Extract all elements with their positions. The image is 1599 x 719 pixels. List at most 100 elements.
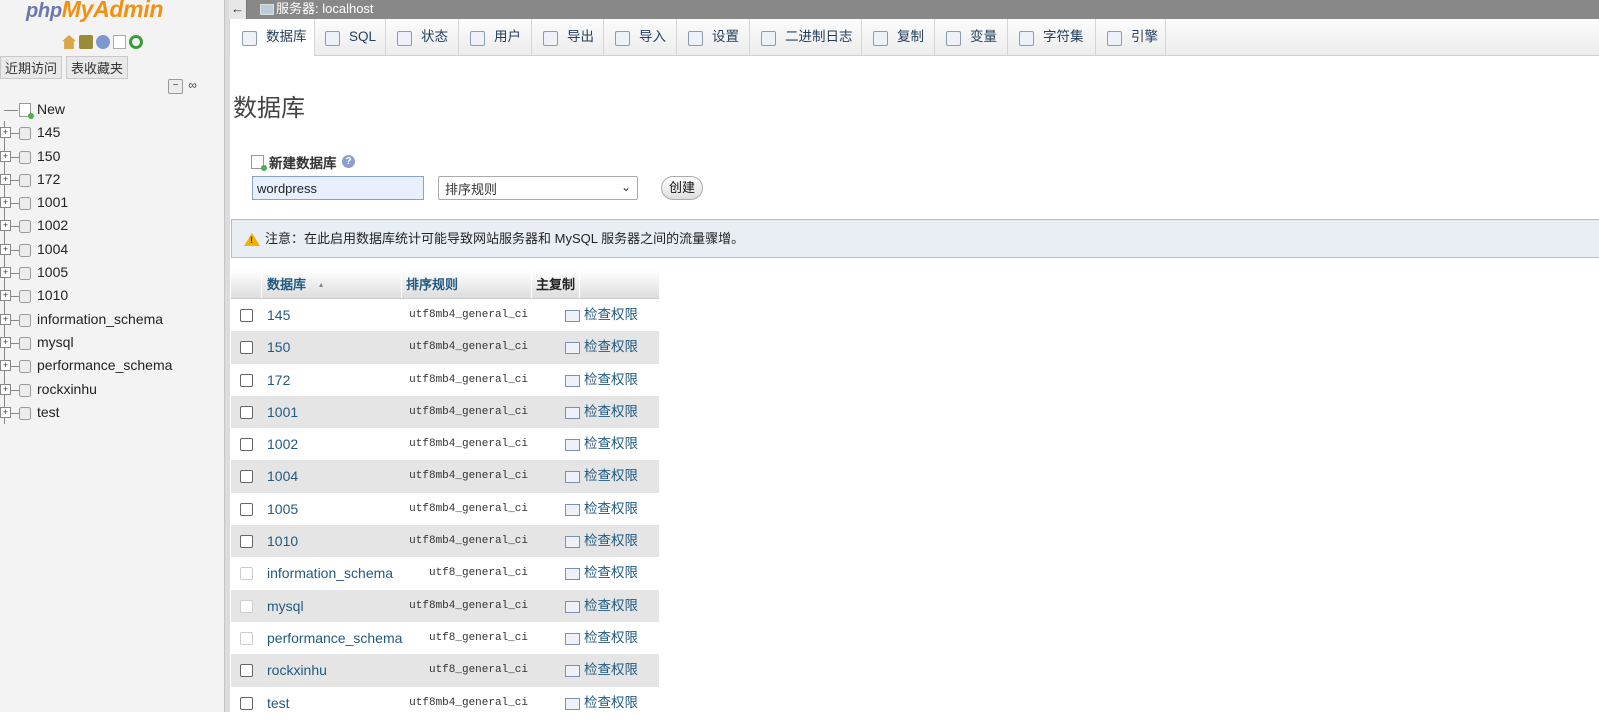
navigation-panel: phpMyAdmin 近期访问 表收藏夹 − ∞ New +145 +150 +17… xyxy=(0,0,224,712)
header-collation[interactable]: 排序规则 xyxy=(402,270,532,298)
tree-item-db[interactable]: +1002 xyxy=(0,214,172,238)
tab-sql[interactable]: SQL xyxy=(313,19,386,55)
database-icon xyxy=(19,173,31,187)
database-icon xyxy=(19,406,31,420)
home-icon[interactable] xyxy=(62,35,76,49)
collation-value: utf8mb4_general_ci xyxy=(409,405,528,418)
nav-resizer[interactable] xyxy=(224,0,230,712)
notice-text: 注意：在此启用数据库统计可能导致网站服务器和 MySQL 服务器之间的流量骤增。 xyxy=(265,231,745,246)
check-privileges-link[interactable]: 检查权限 xyxy=(565,493,638,525)
tree-db-label[interactable]: 1002 xyxy=(37,217,68,233)
tree-db-label[interactable]: rockxinhu xyxy=(37,381,97,397)
check-privileges-link[interactable]: 检查权限 xyxy=(565,460,638,492)
page-title: 数据库 xyxy=(233,95,305,122)
create-button[interactable]: 创建 xyxy=(661,176,703,200)
tree-item-db[interactable]: + test xyxy=(0,400,172,425)
tab-export[interactable]: 导出 xyxy=(531,19,604,55)
database-icon xyxy=(242,31,257,46)
check-privileges-link[interactable]: 检查权限 xyxy=(565,622,638,654)
tree-item-db[interactable]: +1004 xyxy=(0,237,172,262)
tree-db-label[interactable]: information_schema xyxy=(37,311,163,327)
database-icon xyxy=(19,313,31,327)
tab-label: 引擎 xyxy=(1131,29,1158,44)
users-icon xyxy=(470,31,485,46)
collation-select[interactable]: 排序规则 ⌄ xyxy=(438,176,638,200)
server-icon xyxy=(260,4,274,15)
tree-item-db[interactable]: + mysql xyxy=(0,330,172,355)
tree-item-db[interactable]: + information_schema xyxy=(0,307,172,331)
tab-label: 用户 xyxy=(494,29,521,44)
check-privileges-link[interactable]: 检查权限 xyxy=(565,654,638,686)
quick-icons xyxy=(62,35,143,49)
tab-users[interactable]: 用户 xyxy=(458,19,532,55)
tree-db-label[interactable]: performance_schema xyxy=(37,357,172,373)
new-db-icon xyxy=(19,103,34,119)
tab-binlog[interactable]: 二进制日志 xyxy=(749,19,862,55)
tab-database[interactable]: 数据库 xyxy=(229,19,315,56)
tree-db-label[interactable]: 1001 xyxy=(37,194,68,210)
link-icon[interactable]: ∞ xyxy=(186,79,199,92)
tree-db-label[interactable]: 150 xyxy=(37,148,60,164)
help-icon[interactable]: ? xyxy=(342,155,355,168)
help-icon[interactable] xyxy=(96,35,110,49)
recent-tab[interactable]: 近期访问 xyxy=(0,56,63,79)
tab-settings[interactable]: 设置 xyxy=(676,19,750,55)
privileges-icon xyxy=(565,503,580,516)
tab-charset[interactable]: 字符集 xyxy=(1007,19,1096,55)
tree-db-label[interactable]: test xyxy=(37,404,60,420)
tree-db-label[interactable]: 145 xyxy=(37,124,60,140)
database-name-input[interactable] xyxy=(252,176,424,200)
tree-item-db[interactable]: +1010 xyxy=(0,284,172,308)
tab-replication[interactable]: 复制 xyxy=(861,19,935,55)
check-privileges-label: 检查权限 xyxy=(584,565,638,581)
tree-item-db[interactable]: + rockxinhu xyxy=(0,377,172,401)
table-row: 1001 utf8mb4_general_ci 检查权限 xyxy=(231,395,659,429)
tree-db-label[interactable]: 1010 xyxy=(37,287,68,303)
tree-item-db[interactable]: +1001 xyxy=(0,191,172,215)
privileges-icon xyxy=(565,374,580,387)
database-icon xyxy=(19,360,31,374)
check-privileges-link[interactable]: 检查权限 xyxy=(565,364,638,396)
collation-value: utf8mb4_general_ci xyxy=(409,502,528,515)
check-privileges-label: 检查权限 xyxy=(584,307,638,322)
check-privileges-label: 检查权限 xyxy=(584,662,638,678)
tree-db-label[interactable]: mysql xyxy=(37,334,74,350)
tree-db-label[interactable]: 1004 xyxy=(37,241,68,257)
database-icon xyxy=(19,267,31,281)
collapse-all-icon[interactable]: − xyxy=(168,79,183,94)
tab-status[interactable]: 状态 xyxy=(385,19,459,55)
docs-icon[interactable] xyxy=(113,35,126,49)
check-privileges-link[interactable]: 检查权限 xyxy=(565,428,638,460)
tab-variables[interactable]: 变量 xyxy=(934,19,1008,55)
check-privileges-link[interactable]: 检查权限 xyxy=(565,331,638,363)
reload-icon[interactable] xyxy=(129,35,143,49)
tree-item-db[interactable]: +1005 xyxy=(0,261,172,285)
import-icon xyxy=(615,31,630,46)
tree-item-db[interactable]: + performance_schema xyxy=(0,354,172,378)
tab-import[interactable]: 导入 xyxy=(603,19,677,55)
tree-item-db[interactable]: +145 xyxy=(0,121,172,145)
tree-db-label[interactable]: 172 xyxy=(37,171,60,187)
tree-db-label[interactable]: 1005 xyxy=(37,264,68,280)
favorites-tab[interactable]: 表收藏夹 xyxy=(66,56,129,79)
header-database[interactable]: 数据库 ▲ xyxy=(261,270,402,298)
tree-item-db[interactable]: +172 xyxy=(0,167,172,192)
notice-banner: 注意：在此启用数据库统计可能导致网站服务器和 MySQL 服务器之间的流量骤增。 xyxy=(231,219,1599,258)
check-privileges-link[interactable]: 检查权限 xyxy=(565,687,638,719)
tab-engine[interactable]: 引擎 xyxy=(1095,19,1166,55)
check-privileges-link[interactable]: 检查权限 xyxy=(565,557,638,589)
privileges-icon xyxy=(565,471,580,484)
phpmyadmin-logo[interactable]: phpMyAdmin xyxy=(26,0,163,23)
check-privileges-link[interactable]: 检查权限 xyxy=(565,396,638,428)
privileges-icon xyxy=(565,600,580,613)
tree-item-new[interactable]: New xyxy=(0,98,172,121)
check-privileges-link[interactable]: 检查权限 xyxy=(565,299,638,331)
check-privileges-link[interactable]: 检查权限 xyxy=(565,525,638,557)
check-privileges-link[interactable]: 检查权限 xyxy=(565,590,638,622)
back-arrow-icon[interactable]: ← xyxy=(229,0,247,19)
server-breadcrumb[interactable]: 服务器: localhost xyxy=(276,0,374,18)
tree-item-db[interactable]: +150 xyxy=(0,144,172,168)
logout-icon[interactable] xyxy=(79,35,93,49)
collation-value: utf8mb4_general_ci xyxy=(409,341,528,354)
nav-tabs: 近期访问 表收藏夹 xyxy=(0,56,129,79)
